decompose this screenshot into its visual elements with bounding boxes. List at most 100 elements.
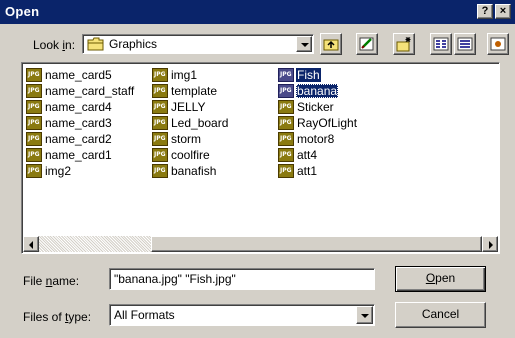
new-folder-button[interactable]	[393, 33, 415, 55]
file-item[interactable]: name_card3	[26, 115, 113, 131]
scroll-right-button[interactable]	[482, 236, 498, 252]
jpg-file-icon	[278, 132, 294, 146]
file-item-label: coolfire	[171, 148, 210, 162]
open-dialog: Open ? × Look in: Graphics JPG name_card…	[0, 0, 515, 338]
file-list[interactable]: name_card5 name_card_staff name_card4 name_…	[21, 62, 500, 254]
jpg-file-icon	[152, 132, 168, 146]
jpg-file-icon	[278, 68, 294, 82]
file-item[interactable]: name_card1	[26, 147, 113, 163]
file-item[interactable]: Sticker	[278, 99, 335, 115]
jpg-file-icon	[152, 68, 168, 82]
jpg-file-icon	[26, 84, 42, 98]
folder-up-icon	[323, 39, 339, 51]
jpg-file-icon	[152, 116, 168, 130]
jpg-file-icon	[26, 164, 42, 178]
file-item[interactable]: motor8	[278, 131, 335, 147]
preview-icon	[490, 37, 506, 51]
details-view-button[interactable]	[454, 33, 476, 55]
jpg-file-icon	[26, 100, 42, 114]
file-item-label: att4	[297, 148, 318, 162]
horizontal-scrollbar[interactable]	[23, 236, 498, 252]
scroll-thumb[interactable]	[151, 236, 482, 252]
cancel-button[interactable]: Cancel	[395, 302, 486, 328]
file-item-label: name_card1	[45, 148, 112, 162]
files-of-type-value: All Formats	[114, 308, 175, 322]
file-item-label: storm	[171, 132, 201, 146]
file-item[interactable]: att4	[278, 147, 318, 163]
file-item-label: banafish	[171, 164, 217, 178]
file-item-label: att1	[297, 164, 318, 178]
look-in-dropdown[interactable]: Graphics	[82, 34, 314, 54]
list-view-icon	[433, 37, 449, 51]
file-item-label: Fish	[296, 68, 321, 82]
file-item-label: motor8	[297, 132, 335, 146]
file-item-label: name_card4	[45, 100, 112, 114]
file-item-label: JELLY	[171, 100, 206, 114]
close-icon: ×	[499, 5, 507, 17]
help-button[interactable]: ?	[477, 4, 493, 19]
file-item-label: banana	[296, 84, 339, 98]
file-item[interactable]: name_card4	[26, 99, 113, 115]
file-item-label: template	[171, 84, 218, 98]
file-item-label: Led_board	[171, 116, 229, 130]
title-bar[interactable]: Open ? ×	[0, 0, 515, 24]
file-item[interactable]: RayOfLight	[278, 115, 358, 131]
file-item[interactable]: storm	[152, 131, 202, 147]
jpg-file-icon	[152, 148, 168, 162]
jpg-file-icon	[278, 148, 294, 162]
file-item[interactable]: banafish	[152, 163, 217, 179]
file-item[interactable]: att1	[278, 163, 318, 179]
jpg-file-icon	[26, 148, 42, 162]
file-item[interactable]: name_card5	[26, 67, 113, 83]
look-in-value: Graphics	[109, 37, 158, 51]
file-item[interactable]: name_card_staff	[26, 83, 135, 99]
desktop-icon	[359, 37, 374, 51]
file-item[interactable]: img2	[26, 163, 72, 179]
file-item[interactable]: Led_board	[152, 115, 229, 131]
preview-button[interactable]	[487, 33, 509, 55]
scroll-left-button[interactable]	[23, 236, 39, 252]
file-name-input[interactable]	[109, 268, 375, 290]
file-item[interactable]: banana	[278, 83, 339, 99]
file-item-label: img1	[171, 68, 198, 82]
dialog-title: Open	[5, 4, 40, 19]
file-item[interactable]: Fish	[278, 67, 321, 83]
jpg-file-icon	[278, 116, 294, 130]
arrow-left-icon	[29, 241, 33, 249]
files-of-type-label: Files of type:	[23, 310, 92, 324]
file-item-label: name_card5	[45, 68, 112, 82]
chevron-down-icon	[361, 314, 369, 318]
folder-icon	[87, 37, 104, 51]
file-item-label: Sticker	[297, 100, 334, 114]
files-of-type-dropdown[interactable]: All Formats	[109, 304, 375, 326]
list-view-button[interactable]	[430, 33, 452, 55]
file-item[interactable]: name_card2	[26, 131, 113, 147]
arrow-right-icon	[489, 241, 493, 249]
file-item[interactable]: JELLY	[152, 99, 206, 115]
jpg-file-icon	[26, 132, 42, 146]
jpg-file-icon	[278, 164, 294, 178]
file-name-label: File name:	[23, 274, 80, 288]
up-one-level-button[interactable]	[320, 33, 342, 55]
jpg-file-icon	[152, 164, 168, 178]
file-item-label: img2	[45, 164, 72, 178]
file-item[interactable]: img1	[152, 67, 198, 83]
file-item-label: name_card2	[45, 132, 112, 146]
jpg-file-icon	[26, 68, 42, 82]
file-item-label: name_card_staff	[45, 84, 135, 98]
file-item-label: RayOfLight	[297, 116, 358, 130]
help-icon: ?	[481, 5, 489, 17]
open-button[interactable]: Open	[395, 266, 486, 292]
file-item[interactable]: template	[152, 83, 218, 99]
details-view-icon	[457, 37, 473, 51]
desktop-button[interactable]	[356, 33, 378, 55]
jpg-file-icon	[152, 84, 168, 98]
jpg-file-icon	[26, 116, 42, 130]
file-item[interactable]: coolfire	[152, 147, 211, 163]
look-in-label: Look in:	[33, 38, 76, 52]
files-of-type-dropdown-arrow[interactable]	[356, 306, 373, 324]
close-button[interactable]: ×	[495, 4, 511, 19]
jpg-file-icon	[278, 100, 294, 114]
look-in-dropdown-arrow[interactable]	[296, 36, 312, 52]
jpg-file-icon	[152, 100, 168, 114]
